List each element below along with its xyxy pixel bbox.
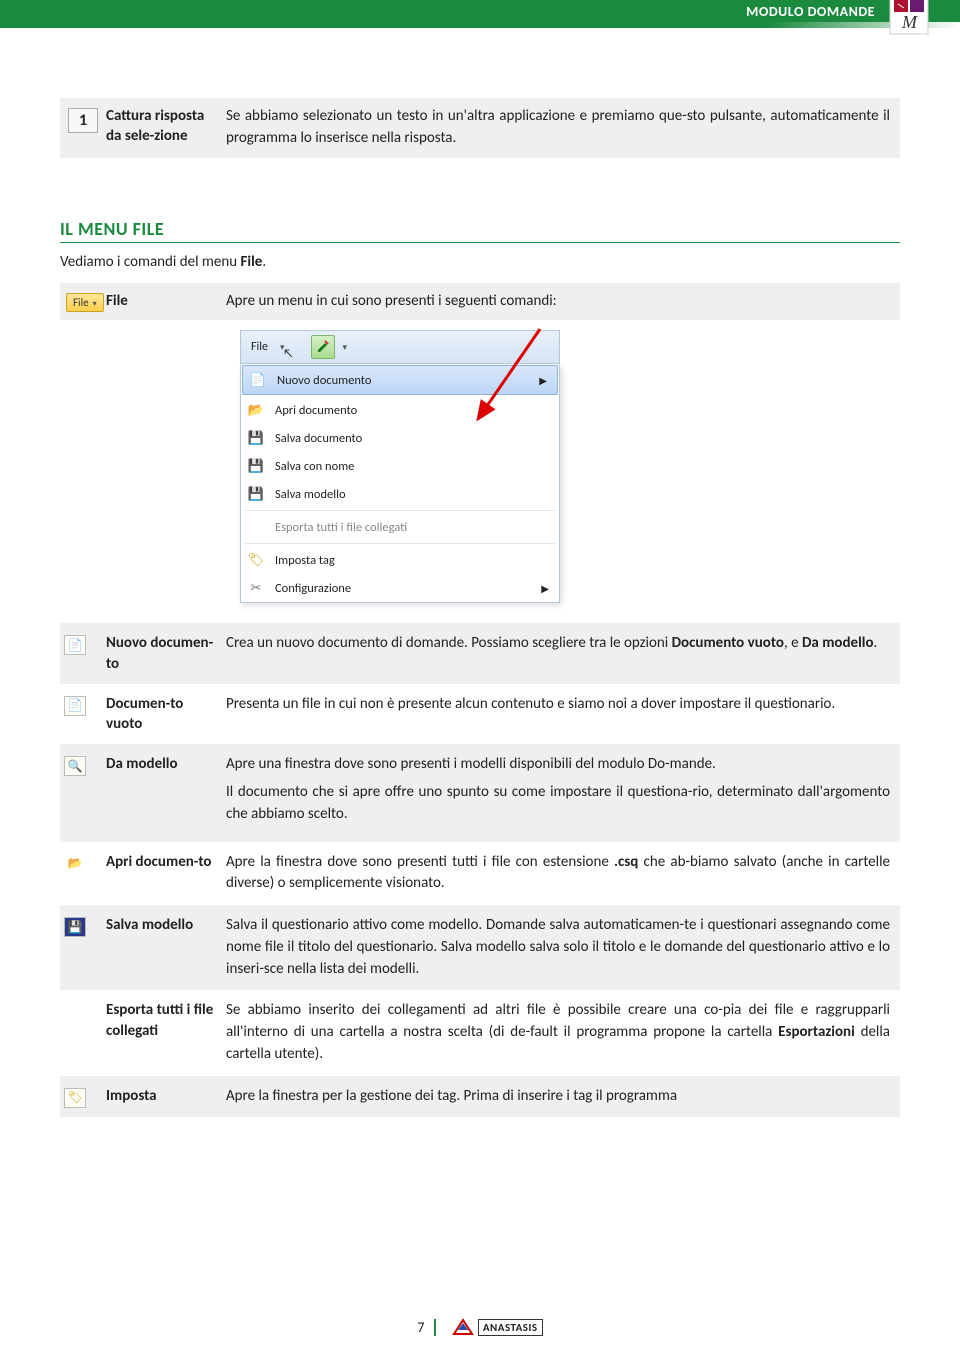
menu-separator bbox=[245, 510, 555, 511]
menu-separator bbox=[245, 543, 555, 544]
menu-item-salva-modello: 💾 Salva modello bbox=[241, 480, 559, 508]
row-description: Apre un menu in cui sono presenti i segu… bbox=[226, 283, 900, 321]
menu-toolbar: File ▾ ↖ ▾ bbox=[240, 330, 560, 364]
desc-bold: Da modello bbox=[802, 634, 874, 652]
header-title: MODULO DOMANDE bbox=[746, 3, 875, 20]
intro-text: Vediamo i comandi del menu bbox=[60, 253, 241, 271]
desc-bold: .csq bbox=[614, 853, 638, 871]
table-row: 💾 Salva modello Salva il questionario at… bbox=[60, 905, 900, 990]
row-label: Documen-to vuoto bbox=[106, 686, 226, 743]
anastasis-logo-icon bbox=[452, 1316, 474, 1338]
header-bar: MODULO DOMANDE M bbox=[0, 0, 960, 28]
step-number-badge: 1 bbox=[68, 108, 98, 133]
footer-logo: ANASTASIS bbox=[452, 1316, 543, 1338]
submenu-arrow-icon: ▶ bbox=[539, 374, 547, 387]
file-button-icon: File bbox=[66, 293, 104, 312]
row-label: Salva modello bbox=[106, 907, 226, 943]
new-document-icon: 📄 bbox=[249, 371, 267, 389]
menu-dropdown: 📄 Nuovo documento ▶ 📂 Apri documento 💾 S… bbox=[240, 365, 560, 603]
row-description: Se abbiamo inserito dei collegamenti ad … bbox=[226, 992, 900, 1073]
table-row: 📂 Apri documen-to Apre la finestra dove … bbox=[60, 842, 900, 906]
dropdown-chevron-icon: ▾ bbox=[343, 342, 348, 353]
desc-bold: Esportazioni bbox=[778, 1023, 855, 1041]
menu-item-salva-documento: 💾 Salva documento bbox=[241, 424, 559, 452]
desc-para: Il documento che si apre offre uno spunt… bbox=[226, 782, 890, 826]
menu-item-label: Configurazione bbox=[275, 581, 351, 596]
menu-item-imposta-tag: 🏷 Imposta tag bbox=[241, 546, 559, 574]
menu-item-nuovo-documento: 📄 Nuovo documento ▶ bbox=[242, 365, 558, 395]
row-description: Salva il questionario attivo come modell… bbox=[226, 907, 900, 988]
row-label: Imposta bbox=[106, 1078, 226, 1114]
menu-item-label: Esporta tutti i file collegati bbox=[275, 520, 407, 535]
row-label: Apri documen-to bbox=[106, 844, 226, 880]
menu-item-salva-con-nome: 💾 Salva con nome bbox=[241, 452, 559, 480]
table-row: File File Apre un menu in cui sono prese… bbox=[60, 283, 900, 321]
row-description: Apre la finestra dove sono presenti tutt… bbox=[226, 844, 900, 904]
section-heading: IL MENU FILE bbox=[60, 218, 900, 243]
menu-item-apri-documento: 📂 Apri documento bbox=[241, 396, 559, 424]
desc-text: , e bbox=[784, 634, 802, 652]
desc-text: Apre la finestra dove sono presenti tutt… bbox=[226, 853, 614, 871]
row-label: Nuovo documen-to bbox=[106, 625, 226, 682]
table-row: 🔍 Da modello Apre una finestra dove sono… bbox=[60, 744, 900, 841]
row-label: File bbox=[106, 283, 226, 319]
svg-text:M: M bbox=[901, 12, 918, 32]
menu-item-label: Salva con nome bbox=[275, 459, 354, 474]
row-description: Apre una finestra dove sono presenti i m… bbox=[226, 746, 900, 839]
template-icon: 🔍 bbox=[64, 756, 86, 776]
menu-item-label: Salva modello bbox=[275, 487, 346, 502]
page-footer: 7 ANASTASIS bbox=[0, 1316, 960, 1338]
folder-icon: 📂 bbox=[64, 854, 86, 874]
new-document-icon: 📄 bbox=[64, 696, 86, 716]
tag-icon: 🏷 bbox=[247, 551, 265, 569]
tag-icon: 🏷 bbox=[64, 1088, 86, 1108]
table-row: Esporta tutti i file collegati Se abbiam… bbox=[60, 990, 900, 1075]
save-template-icon: 💾 bbox=[64, 917, 86, 937]
intro-bold: File bbox=[241, 253, 263, 271]
menu-screenshot: File ▾ ↖ ▾ 📄 Nuovo documento ▶ 📂 Apri do… bbox=[240, 330, 560, 603]
row-label: Da modello bbox=[106, 746, 226, 782]
table-row: 1 Cattura risposta da sele-zione Se abbi… bbox=[60, 98, 900, 158]
menu-item-label: Salva documento bbox=[275, 431, 362, 446]
toolbar-file-label: File bbox=[247, 338, 272, 356]
row-label: Esporta tutti i file collegati bbox=[106, 992, 226, 1049]
folder-icon: 📂 bbox=[247, 401, 265, 419]
table-row: 📄 Documen-to vuoto Presenta un file in c… bbox=[60, 684, 900, 745]
row-description: Presenta un file in cui non è presente a… bbox=[226, 686, 900, 724]
section-intro: Vediamo i comandi del menu File. bbox=[60, 253, 900, 271]
gear-icon: ✂ bbox=[247, 579, 265, 597]
table-row: 🏷 Imposta Apre la finestra per la gestio… bbox=[60, 1076, 900, 1118]
row-label: Cattura risposta da sele-zione bbox=[106, 98, 226, 155]
desc-bold: Documento vuoto bbox=[672, 634, 784, 652]
save-template-icon: 💾 bbox=[247, 485, 265, 503]
row-description: Apre la finestra per la gestione dei tag… bbox=[226, 1078, 900, 1116]
table-row: 📄 Nuovo documen-to Crea un nuovo documen… bbox=[60, 623, 900, 684]
cursor-icon: ↖ bbox=[283, 347, 294, 361]
desc-text: . bbox=[874, 634, 878, 652]
save-icon: 💾 bbox=[247, 429, 265, 447]
new-document-icon: 📄 bbox=[64, 635, 86, 655]
blank-icon bbox=[247, 518, 265, 536]
footer-brand-text: ANASTASIS bbox=[478, 1319, 543, 1336]
desc-para: Apre una finestra dove sono presenti i m… bbox=[226, 754, 890, 776]
intro-suffix: . bbox=[262, 253, 266, 271]
desc-text: Crea un nuovo documento di domande. Poss… bbox=[226, 634, 672, 652]
menu-item-label: Imposta tag bbox=[275, 553, 335, 568]
menu-item-label: Apri documento bbox=[275, 403, 357, 418]
save-as-icon: 💾 bbox=[247, 457, 265, 475]
menu-item-configurazione: ✂ Configurazione ▶ bbox=[241, 574, 559, 602]
row-description: Se abbiamo selezionato un testo in un'al… bbox=[226, 98, 900, 158]
menu-item-label: Nuovo documento bbox=[277, 373, 371, 388]
row-description: Crea un nuovo documento di domande. Poss… bbox=[226, 625, 900, 663]
edit-icon bbox=[311, 335, 335, 359]
menu-item-esporta: Esporta tutti i file collegati bbox=[241, 513, 559, 541]
submenu-arrow-icon: ▶ bbox=[541, 582, 549, 595]
header-logo-icon: M bbox=[888, 0, 930, 36]
page-number: 7 bbox=[417, 1319, 436, 1336]
